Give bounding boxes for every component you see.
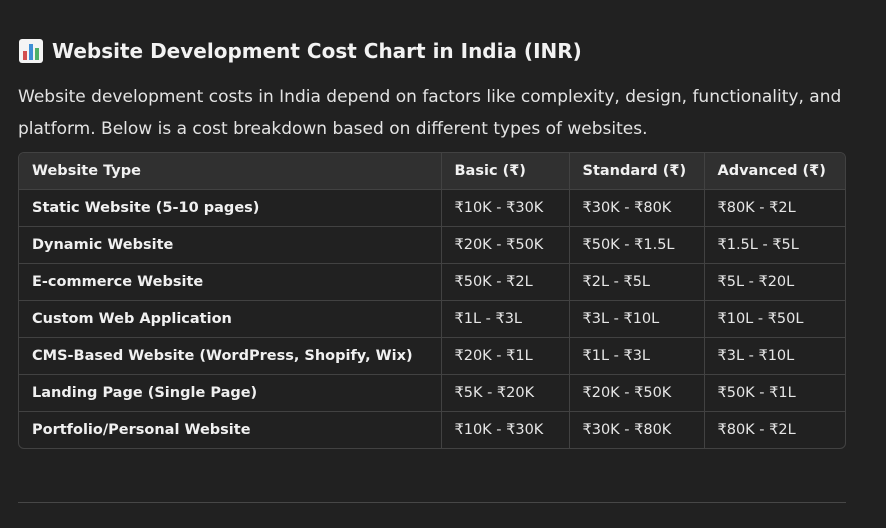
website-type-cell: Dynamic Website: [19, 226, 442, 264]
standard-cost-cell: ₹3L - ₹10L: [569, 300, 705, 338]
table-row: Dynamic Website ₹20K - ₹50K ₹50K - ₹1.5L…: [19, 226, 845, 264]
standard-cost-cell: ₹20K - ₹50K: [569, 374, 705, 412]
table-row: CMS-Based Website (WordPress, Shopify, W…: [19, 337, 845, 375]
basic-cost-cell: ₹10K - ₹30K: [441, 411, 570, 448]
website-type-cell: Static Website (5-10 pages): [19, 189, 442, 227]
standard-cost-cell: ₹30K - ₹80K: [569, 189, 705, 227]
bar-chart-icon: [18, 38, 44, 64]
basic-cost-cell: ₹10K - ₹30K: [441, 189, 570, 227]
table-row: Landing Page (Single Page) ₹5K - ₹20K ₹2…: [19, 374, 845, 412]
table-header-row: Website Type Basic (₹) Standard (₹) Adva…: [19, 153, 845, 190]
table-row: Portfolio/Personal Website ₹10K - ₹30K ₹…: [19, 411, 845, 448]
advanced-cost-cell: ₹5L - ₹20L: [704, 263, 845, 301]
standard-cost-cell: ₹1L - ₹3L: [569, 337, 705, 375]
basic-cost-cell: ₹1L - ₹3L: [441, 300, 570, 338]
column-header-advanced: Advanced (₹): [704, 153, 845, 190]
standard-cost-cell: ₹30K - ₹80K: [569, 411, 705, 448]
basic-cost-cell: ₹20K - ₹50K: [441, 226, 570, 264]
column-header-standard: Standard (₹): [569, 153, 705, 190]
standard-cost-cell: ₹50K - ₹1.5L: [569, 226, 705, 264]
table-row: Static Website (5-10 pages) ₹10K - ₹30K …: [19, 189, 845, 227]
response-page: Website Development Cost Chart in India …: [0, 0, 886, 528]
table-row: E-commerce Website ₹50K - ₹2L ₹2L - ₹5L …: [19, 263, 845, 301]
advanced-cost-cell: ₹80K - ₹2L: [704, 189, 845, 227]
column-header-basic: Basic (₹): [441, 153, 570, 190]
basic-cost-cell: ₹50K - ₹2L: [441, 263, 570, 301]
website-type-cell: CMS-Based Website (WordPress, Shopify, W…: [19, 337, 442, 375]
section-divider: [18, 502, 846, 503]
website-type-cell: Landing Page (Single Page): [19, 374, 442, 412]
cost-table-container: Website Type Basic (₹) Standard (₹) Adva…: [18, 152, 846, 449]
intro-paragraph: Website development costs in India depen…: [18, 87, 842, 139]
section-heading: Website Development Cost Chart in India …: [18, 38, 582, 64]
advanced-cost-cell: ₹3L - ₹10L: [704, 337, 845, 375]
website-type-cell: Custom Web Application: [19, 300, 442, 338]
column-header-website-type: Website Type: [19, 153, 442, 190]
website-type-cell: E-commerce Website: [19, 263, 442, 301]
advanced-cost-cell: ₹80K - ₹2L: [717, 422, 796, 438]
cost-table: Website Type Basic (₹) Standard (₹) Adva…: [19, 153, 845, 448]
advanced-cost-cell: ₹10L - ₹50L: [704, 300, 845, 338]
standard-cost-cell: ₹2L - ₹5L: [569, 263, 705, 301]
table-row: Custom Web Application ₹1L - ₹3L ₹3L - ₹…: [19, 300, 845, 338]
basic-cost-cell: ₹5K - ₹20K: [441, 374, 570, 412]
advanced-cost-cell: ₹1.5L - ₹5L: [704, 226, 845, 264]
basic-cost-cell: ₹20K - ₹1L: [441, 337, 570, 375]
page-title: Website Development Cost Chart in India …: [52, 39, 582, 63]
advanced-cost-cell: ₹50K - ₹1L: [704, 374, 845, 412]
website-type-cell: Portfolio/Personal Website: [19, 411, 442, 448]
